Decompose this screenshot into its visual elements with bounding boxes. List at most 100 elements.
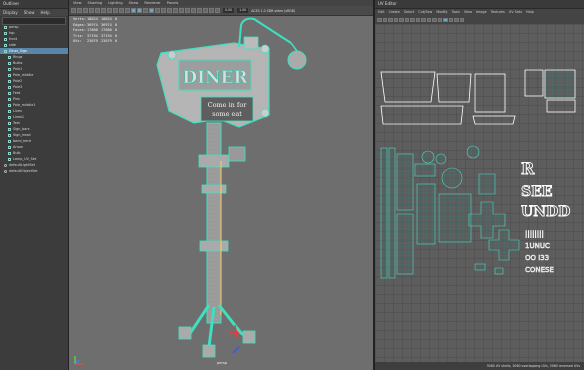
uv-toolbar-button[interactable] <box>448 17 453 23</box>
uv-toolbar-button[interactable] <box>393 17 398 23</box>
ambient-occlusion-icon[interactable] <box>173 8 178 13</box>
sign-text-bottom-2: some eat <box>212 110 242 118</box>
menu-edit[interactable]: Edit <box>378 9 385 16</box>
uv-toolbar-button[interactable] <box>437 17 442 23</box>
shadows-icon[interactable] <box>167 8 172 13</box>
xray-joints-icon[interactable] <box>209 8 214 13</box>
mesh-icon <box>8 115 11 119</box>
uv-shells: R SEE UNDD |||||||| 1UNUC OO I33 CONESE <box>380 69 576 279</box>
uv-editor-title: UV Editor <box>375 0 584 9</box>
mesh-icon <box>8 73 11 77</box>
uv-toolbar-button[interactable] <box>377 17 382 23</box>
camera-label: persp <box>217 361 228 365</box>
menu-uv-sets[interactable]: UV Sets <box>509 9 522 16</box>
svg-text:1UNUC: 1UNUC <box>525 242 550 250</box>
uv-toolbar-button[interactable] <box>382 17 387 23</box>
wireframe-on-shaded-icon[interactable] <box>149 8 154 13</box>
sign-head: DINER Come in for some eat <box>156 42 270 128</box>
menu-modify[interactable]: Modify <box>436 9 447 16</box>
group-icon <box>4 49 7 53</box>
grid-icon[interactable] <box>95 8 100 13</box>
wireframe-icon[interactable] <box>131 8 136 13</box>
uv-status-bar: 3060 UV shells, 3060 overlapping UVs, 30… <box>375 362 584 370</box>
set-icon <box>4 163 7 167</box>
safe-action-icon[interactable] <box>125 8 130 13</box>
exposure-field[interactable]: 0.00 <box>223 8 235 13</box>
menu-show[interactable]: Show <box>24 9 35 16</box>
uv-shell-group-bottom <box>380 145 520 279</box>
viewport-panel[interactable]: View Shading Lighting Show Renderer Pane… <box>69 0 375 370</box>
diner-sign-model[interactable]: DINER Come in for some eat <box>69 15 373 370</box>
mesh-icon <box>8 127 11 131</box>
resolution-gate-icon[interactable] <box>107 8 112 13</box>
sign-text-top: DINER <box>182 68 248 88</box>
gate-mask-icon[interactable] <box>113 8 118 13</box>
menu-view[interactable]: View <box>464 9 472 16</box>
film-gate-icon[interactable] <box>101 8 106 13</box>
lights-icon[interactable] <box>161 8 166 13</box>
uv-toolbar-button[interactable] <box>415 17 420 23</box>
uv-editor-panel[interactable]: UV Editor Edit Create Select Cut/Sew Mod… <box>375 0 584 370</box>
depth-of-field-icon[interactable] <box>191 8 196 13</box>
uv-toolbar-button[interactable] <box>404 17 409 23</box>
outliner-title: Outliner <box>0 0 68 9</box>
uv-canvas[interactable]: R SEE UNDD |||||||| 1UNUC OO I33 CONESE <box>375 24 584 362</box>
menu-show[interactable]: Show <box>129 0 139 6</box>
anti-alias-icon[interactable] <box>185 8 190 13</box>
svg-text:SEE: SEE <box>521 184 552 200</box>
menu-view[interactable]: View <box>73 0 82 6</box>
bookmark-icon[interactable] <box>83 8 88 13</box>
menu-help[interactable]: Help <box>41 9 50 16</box>
lock-camera-icon[interactable] <box>77 8 82 13</box>
uv-toolbar-button[interactable] <box>432 17 437 23</box>
isolate-select-icon[interactable] <box>197 8 202 13</box>
menu-help[interactable]: Help <box>526 9 534 16</box>
uv-letter-shells: R SEE UNDD |||||||| 1UNUC OO I33 CONESE <box>521 159 571 275</box>
mesh-icon <box>8 157 11 161</box>
color-space-label[interactable]: ACES 1.0 SDR-video (sRGB) <box>251 9 295 13</box>
camera-icon <box>4 31 7 35</box>
uv-toolbar-button[interactable] <box>443 17 448 23</box>
menu-shading[interactable]: Shading <box>88 0 103 6</box>
uv-toolbar-button[interactable] <box>399 17 404 23</box>
menu-panels[interactable]: Panels <box>167 0 179 6</box>
menu-renderer[interactable]: Renderer <box>144 0 160 6</box>
xray-components-icon[interactable] <box>215 8 220 13</box>
menu-display[interactable]: Display <box>3 9 18 16</box>
outliner-item[interactable]: defaultObjectSet <box>0 168 68 174</box>
svg-text:R: R <box>521 159 535 178</box>
uv-toolbar-button[interactable] <box>459 17 464 23</box>
gamma-field[interactable]: 1.00 <box>237 8 249 13</box>
svg-text:||||||||: |||||||| <box>525 230 544 238</box>
uv-toolbar-button[interactable] <box>388 17 393 23</box>
camera-icon <box>4 25 7 29</box>
svg-text:CONESE: CONESE <box>525 266 554 274</box>
set-icon <box>4 169 7 173</box>
motion-blur-icon[interactable] <box>179 8 184 13</box>
mesh-icon <box>8 109 11 113</box>
uv-toolbar-button[interactable] <box>426 17 431 23</box>
svg-text:OO I33: OO I33 <box>525 254 549 262</box>
select-camera-icon[interactable] <box>71 8 76 13</box>
menu-lighting[interactable]: Lighting <box>108 0 123 6</box>
camera-icon <box>4 43 7 47</box>
svg-text:UNDD: UNDD <box>521 204 570 220</box>
pole <box>198 122 246 324</box>
menu-select[interactable]: Select <box>404 9 414 16</box>
menu-cut-sew[interactable]: Cut/Sew <box>418 9 432 16</box>
uv-toolbar-button[interactable] <box>410 17 415 23</box>
default-material-icon[interactable] <box>143 8 148 13</box>
image-plane-icon[interactable] <box>89 8 94 13</box>
xray-icon[interactable] <box>203 8 208 13</box>
mesh-icon <box>8 121 11 125</box>
menu-textures[interactable]: Textures <box>491 9 505 16</box>
uv-toolbar-button[interactable] <box>454 17 459 23</box>
menu-create[interactable]: Create <box>389 9 400 16</box>
smooth-shade-icon[interactable] <box>137 8 142 13</box>
field-chart-icon[interactable] <box>119 8 124 13</box>
mesh-icon <box>8 91 11 95</box>
textured-icon[interactable] <box>155 8 160 13</box>
menu-tools[interactable]: Tools <box>452 9 460 16</box>
uv-toolbar-button[interactable] <box>421 17 426 23</box>
menu-image[interactable]: Image <box>476 9 487 16</box>
